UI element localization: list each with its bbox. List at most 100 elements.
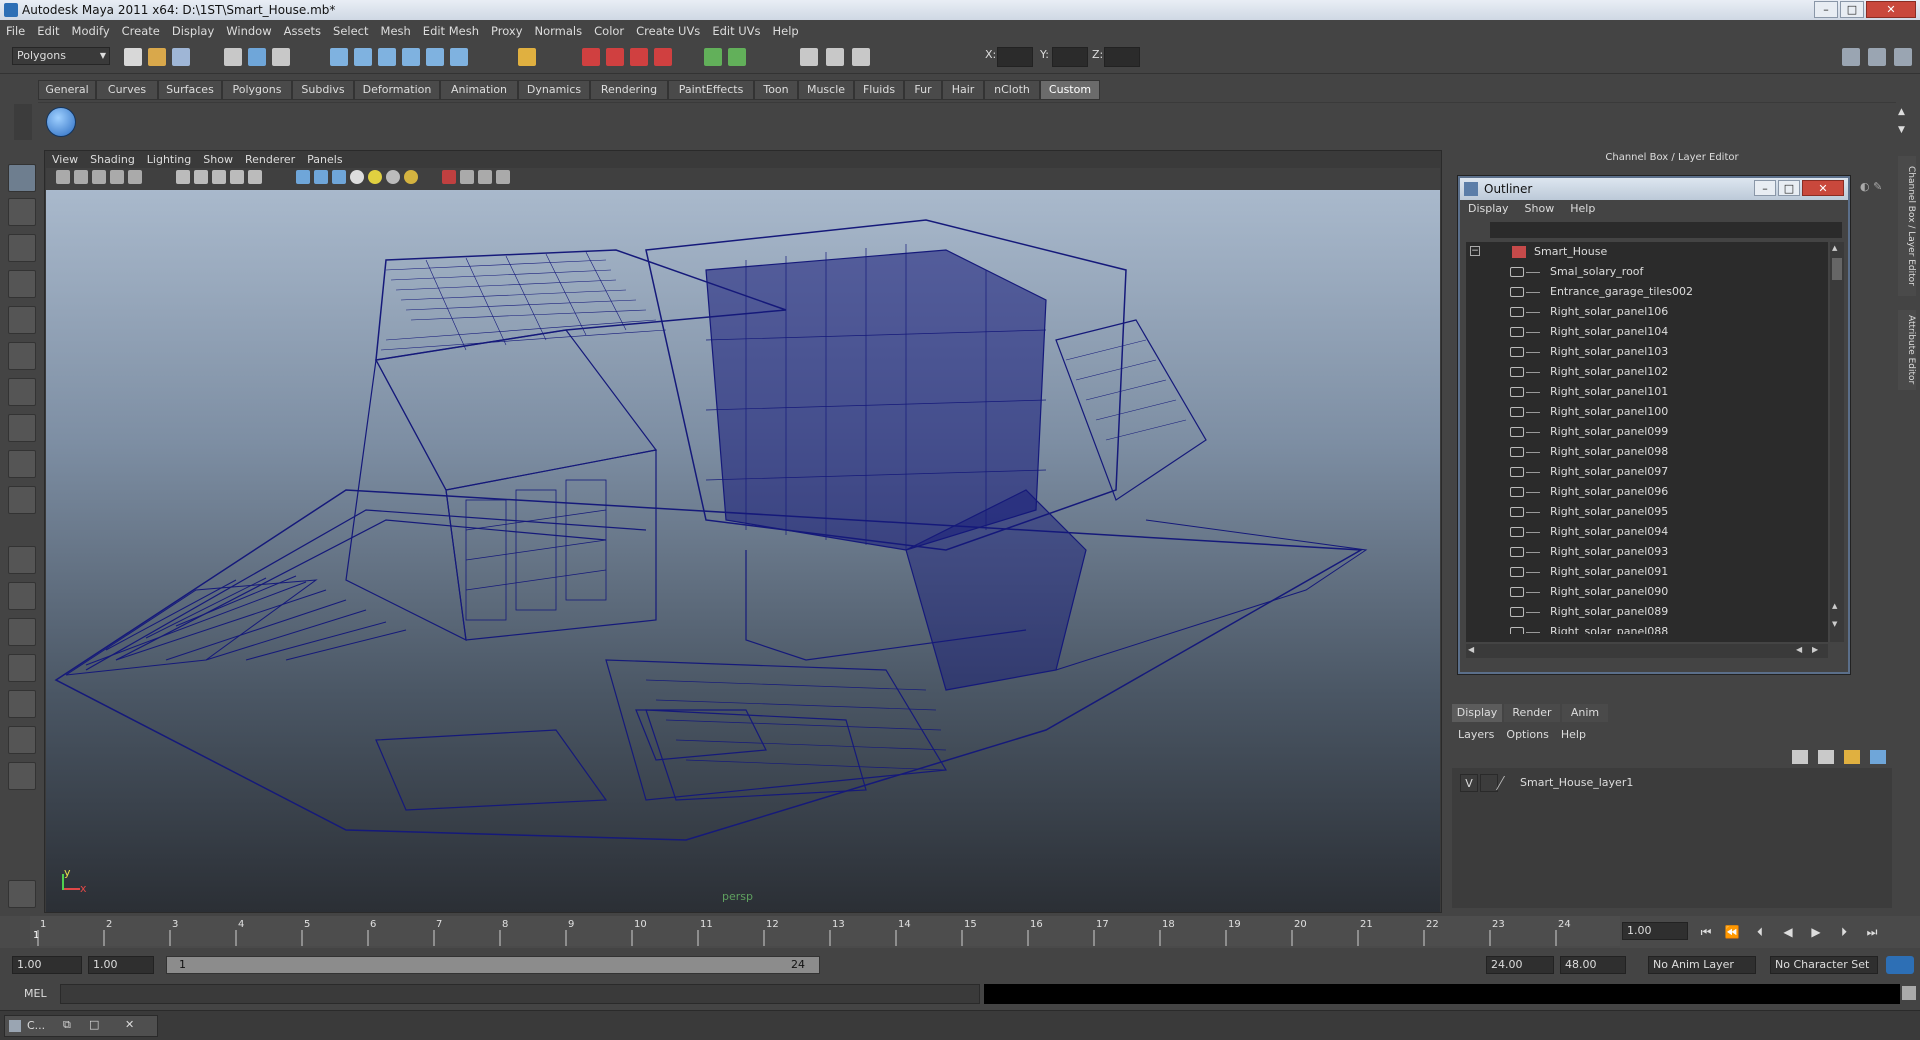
smooth-shade-icon[interactable] (194, 170, 208, 184)
layout-options-icon[interactable] (8, 762, 36, 790)
toggle-tool-settings-icon[interactable] (1868, 48, 1886, 66)
range-slider-bar[interactable]: 1 24 (166, 956, 820, 974)
go-to-end-icon[interactable]: ⏭ (1862, 924, 1882, 940)
outliner-menu-help[interactable]: Help (1562, 200, 1603, 218)
shelf-tab-surfaces[interactable]: Surfaces (158, 80, 222, 100)
rotate-tool-icon[interactable] (8, 306, 36, 334)
backface-cull-icon[interactable] (478, 170, 492, 184)
new-empty-layer-icon[interactable] (1844, 750, 1860, 764)
menu-window[interactable]: Window (220, 20, 277, 42)
light-bulb-icon[interactable] (368, 170, 382, 184)
render-frame-icon[interactable] (582, 48, 600, 66)
viewport-menu-lighting[interactable]: Lighting (141, 152, 197, 168)
shelf-tab-deformation[interactable]: Deformation (354, 80, 440, 100)
open-scene-icon[interactable] (148, 48, 166, 66)
current-time-field[interactable]: 1.00 (1622, 922, 1688, 940)
single-perspective-layout-icon[interactable] (8, 546, 36, 574)
new-layer-selected-icon[interactable] (1870, 750, 1886, 764)
scale-tool-icon[interactable] (8, 342, 36, 370)
menu-set-dropdown[interactable]: Polygons (12, 47, 110, 65)
select-object-icon[interactable] (248, 48, 266, 66)
outliner-minimize-button[interactable]: – (1754, 180, 1776, 196)
make-live-icon[interactable] (426, 48, 444, 66)
shelf-tab-dynamics[interactable]: Dynamics (518, 80, 590, 100)
layer-menu-layers[interactable]: Layers (1452, 726, 1500, 744)
material-sphere-icon[interactable] (386, 170, 400, 184)
menu-file[interactable]: File (0, 20, 31, 42)
channel-box-options-icon[interactable]: ◐ ✎ (1860, 180, 1890, 196)
viewport-menu-renderer[interactable]: Renderer (239, 152, 301, 168)
history-icon[interactable] (450, 48, 468, 66)
shelf-tab-ncloth[interactable]: nCloth (984, 80, 1040, 100)
shelf-tab-toon[interactable]: Toon (754, 80, 798, 100)
play-forwards-icon[interactable]: ▶ (1806, 924, 1826, 940)
layer-menu-help[interactable]: Help (1555, 726, 1592, 744)
scroll-up-icon[interactable]: ▲ (1832, 602, 1842, 612)
xray-joints-icon[interactable] (460, 170, 474, 184)
move-tool-icon[interactable] (8, 270, 36, 298)
minimized-window[interactable]: C... ⧉ □ ✕ (4, 1015, 158, 1037)
shelf-tab-custom[interactable]: Custom (1040, 80, 1100, 100)
last-tool-icon[interactable] (8, 450, 36, 478)
snap-curve-icon[interactable] (354, 48, 372, 66)
playback-start-field[interactable]: 1.00 (88, 956, 154, 974)
y-field[interactable] (1052, 47, 1088, 67)
outliner-menu-show[interactable]: Show (1517, 200, 1563, 218)
menu-proxy[interactable]: Proxy (485, 20, 529, 42)
mel-label[interactable]: MEL (24, 987, 47, 1000)
numeric-input-icon[interactable] (728, 48, 746, 66)
menu-edit-uvs[interactable]: Edit UVs (706, 20, 766, 42)
outliner-menu-display[interactable]: Display (1460, 200, 1517, 218)
outliner-item[interactable]: Right_solar_panel095 (1466, 502, 1828, 522)
outliner-item[interactable]: Entrance_garage_tiles002 (1466, 282, 1828, 302)
outliner-item[interactable]: Right_solar_panel090 (1466, 582, 1828, 602)
scroll-right-icon[interactable]: ▶ (1812, 645, 1818, 654)
outliner-vertical-scrollbar[interactable]: ▲ ▲ ▼ (1830, 242, 1844, 642)
shelf-tab-animation[interactable]: Animation (440, 80, 518, 100)
outliner-persp-layout-icon[interactable] (8, 618, 36, 646)
playback-end-field[interactable]: 24.00 (1486, 956, 1554, 974)
viewport-menu-show[interactable]: Show (197, 152, 239, 168)
toggle-channel-box-icon[interactable] (1894, 48, 1912, 66)
new-scene-icon[interactable] (124, 48, 142, 66)
save-scene-icon[interactable] (172, 48, 190, 66)
menu-edit-mesh[interactable]: Edit Mesh (417, 20, 485, 42)
scroll-up-icon[interactable]: ▲ (1832, 244, 1842, 254)
xray-icon[interactable] (230, 170, 244, 184)
menu-create-uvs[interactable]: Create UVs (630, 20, 706, 42)
mel-command-input[interactable] (60, 984, 980, 1004)
shelf-tab-general[interactable]: General (38, 80, 96, 100)
scroll-down-icon[interactable]: ▼ (1832, 620, 1842, 630)
grid-toggle-icon[interactable] (128, 170, 142, 184)
shelf-tab-hair[interactable]: Hair (942, 80, 984, 100)
render-settings-icon[interactable] (630, 48, 648, 66)
all-lights-icon[interactable] (314, 170, 328, 184)
custom-layout-icon[interactable] (8, 726, 36, 754)
lock-icon[interactable] (518, 48, 536, 66)
close-icon[interactable]: ✕ (125, 1018, 134, 1031)
maximize-icon[interactable]: □ (89, 1018, 99, 1031)
input-line-icon[interactable] (704, 48, 722, 66)
step-back-key-icon[interactable]: ⏪ (1722, 924, 1742, 940)
outliner-item[interactable]: Right_solar_panel091 (1466, 562, 1828, 582)
empty-tool-slot[interactable] (8, 486, 36, 514)
ipr-render-icon[interactable] (606, 48, 624, 66)
side-tab-attribute-editor[interactable]: Attribute Editor (1898, 310, 1916, 390)
anim-layer-dropdown[interactable]: No Anim Layer (1648, 956, 1756, 974)
select-component-icon[interactable] (272, 48, 290, 66)
outliner-item[interactable]: Right_solar_panel101 (1466, 382, 1828, 402)
menu-create[interactable]: Create (116, 20, 166, 42)
outliner-item[interactable]: Smal_solary_roof (1466, 262, 1828, 282)
layer-color-icon[interactable] (1495, 776, 1519, 790)
collapse-icon[interactable]: − (1470, 246, 1480, 256)
camera-select-icon[interactable] (56, 170, 70, 184)
outliner-item[interactable]: Right_solar_panel104 (1466, 322, 1828, 342)
snap-plane-icon[interactable] (402, 48, 420, 66)
outliner-item[interactable]: Right_solar_panel093 (1466, 542, 1828, 562)
menu-normals[interactable]: Normals (529, 20, 589, 42)
toggle-attribute-editor-icon[interactable] (1842, 48, 1860, 66)
custom-shelf-checkmark-icon[interactable] (46, 107, 76, 137)
menu-help[interactable]: Help (767, 20, 805, 42)
layer-tab-anim[interactable]: Anim (1562, 704, 1608, 722)
soft-mod-tool-icon[interactable] (8, 414, 36, 442)
